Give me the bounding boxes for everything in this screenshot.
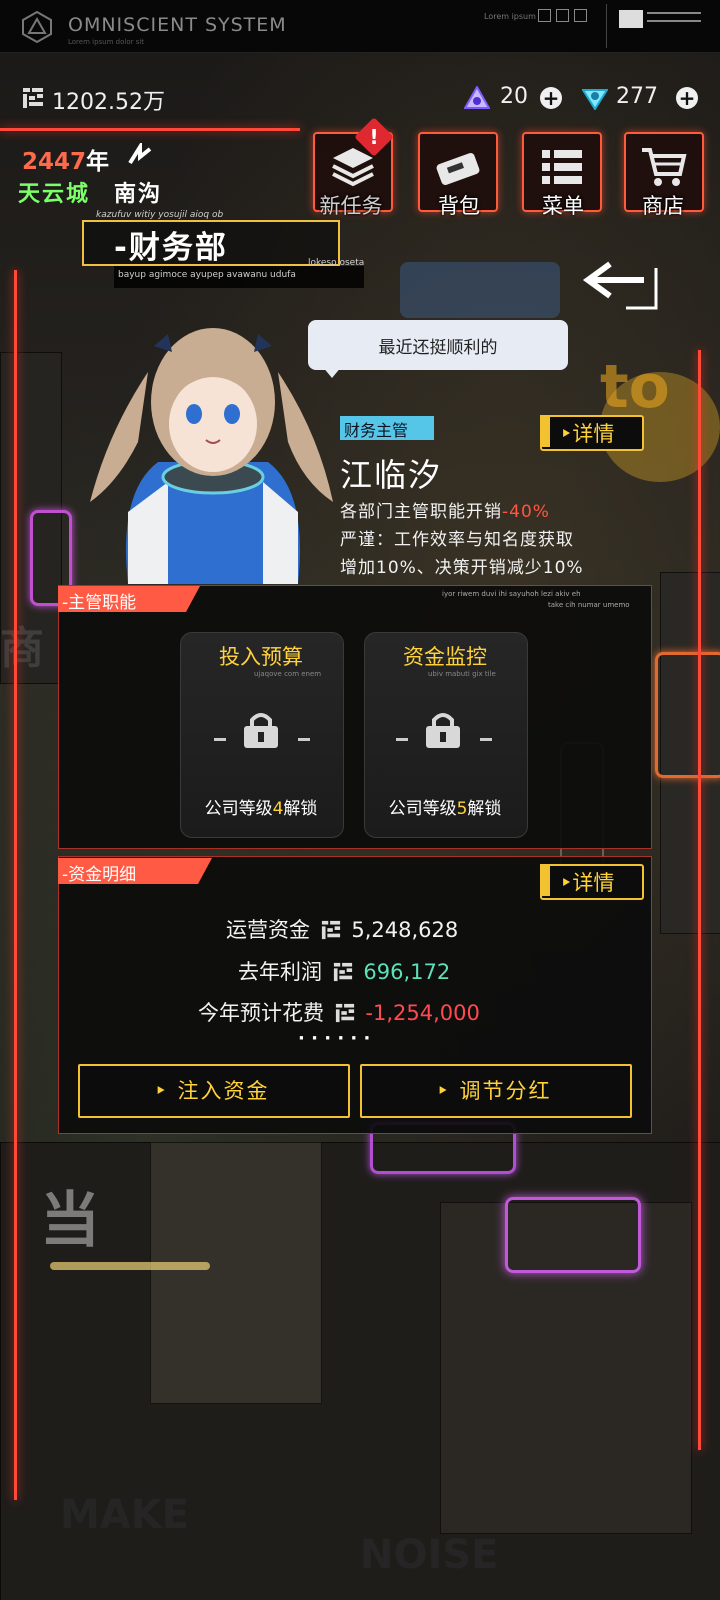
finance-tag-cut: [198, 858, 212, 884]
manager-portrait: [90, 328, 333, 584]
lock-dash-left: [214, 738, 226, 741]
duty-card-budget-caption: ujaqove com enem: [254, 670, 322, 678]
new-task-badge-text: !: [369, 125, 379, 149]
manager-desc-effect: 增加10%、决策开销减少10%: [340, 558, 584, 578]
money-icon: [333, 962, 352, 982]
finance-detail-label: ‣详情: [560, 871, 615, 895]
duty-card-monitor-caption: ubiv mabuti gix tile: [428, 670, 496, 678]
duties-panel: [58, 585, 652, 849]
finance-row-operating: 运营资金 5,248,628: [226, 918, 459, 942]
lock-dash-right: [298, 738, 310, 741]
window-box-icon[interactable]: [538, 9, 551, 22]
department-caption-top: kazufuv witiy yosujil aioq ob: [96, 210, 224, 220]
system-subtitle: Lorem ipsum dolor sit: [68, 38, 145, 46]
lock-icon: [426, 713, 460, 748]
system-status-icon: [606, 4, 717, 48]
add-crystals-button[interactable]: +: [676, 87, 698, 109]
manager-name: 江临汐: [340, 456, 443, 494]
top-neon-line: [0, 128, 300, 131]
cart-icon: [642, 148, 687, 186]
district-name: 南沟: [114, 182, 163, 207]
money-amount: 1202.52万: [52, 90, 165, 115]
duty-card-budget-title: 投入预算: [219, 645, 303, 669]
manager-detail-label: ‣详情: [560, 422, 615, 446]
duties-tag-cut: [186, 586, 200, 612]
department-caption-right: lokeso oseta: [308, 258, 365, 268]
lock-icon: [244, 713, 278, 748]
lock-dash-right: [480, 738, 492, 741]
role-label: 财务主管: [344, 421, 409, 440]
window-close-icon[interactable]: [556, 9, 569, 22]
money-icon: [321, 920, 340, 940]
game-year: 2447年: [22, 149, 110, 175]
finance-row-profit: 去年利润 696,172: [238, 960, 451, 984]
nav-shop-label: 商店: [642, 194, 684, 218]
finance-row-expense: 今年预计花费 -1,254,000: [198, 1001, 480, 1025]
manager-desc-cost: 各部门主管职能开销-40%: [340, 502, 550, 522]
duty-card-monitor-title: 资金监控: [403, 645, 487, 669]
window-grid-icon[interactable]: [574, 9, 587, 22]
bag-icon: [436, 152, 480, 186]
gem-icon: [464, 86, 490, 109]
speech-text: 最近还挺顺利的: [378, 338, 498, 358]
inject-funds-label: ‣ 注入资金: [154, 1079, 270, 1103]
crystal-icon: [582, 89, 608, 110]
duty-card-monitor-unlock: 公司等级5解锁: [388, 799, 502, 819]
manager-desc-trait: 严谨：工作效率与知名度获取: [340, 530, 574, 550]
back-arrow-icon[interactable]: [580, 258, 660, 314]
city-name: 天云城: [18, 182, 91, 207]
crystal-amount: 277: [616, 84, 658, 109]
left-neon-frame: [14, 270, 17, 1500]
department-title: -财务部: [114, 230, 228, 266]
refresh-icon[interactable]: [126, 143, 154, 169]
finance-more-dots[interactable]: · · · · · ·: [298, 1028, 370, 1049]
system-title: OMNISCIENT SYSTEM: [68, 14, 287, 36]
system-logo-icon: [22, 10, 52, 44]
system-bar: OMNISCIENT SYSTEM Lorem ipsum dolor sit …: [0, 0, 720, 53]
system-lorem: Lorem ipsum: [484, 12, 536, 21]
duties-title: -主管职能: [62, 593, 137, 613]
duty-card-budget-unlock: 公司等级4解锁: [204, 799, 318, 819]
adjust-dividend-label: ‣ 调节分红: [436, 1079, 552, 1103]
nav-bag-label: 背包: [438, 194, 480, 218]
menu-list-icon: [542, 150, 582, 184]
add-gems-button[interactable]: +: [540, 87, 562, 109]
lock-dash-left: [396, 738, 408, 741]
nav-new-task-label: 新任务: [319, 194, 383, 218]
right-neon-frame: [698, 350, 701, 1450]
nav-menu-label: 菜单: [542, 194, 584, 218]
duties-caption-1: iyor riwem duvi ihi sayuhoh lezi akiv eh: [442, 590, 581, 598]
money-icon: [23, 88, 43, 108]
department-caption-bottom: bayup agimoce ayupep avawanu udufa: [118, 270, 296, 280]
money-icon: [335, 1003, 354, 1023]
gem-amount: 20: [500, 84, 528, 109]
finance-title: -资金明细: [62, 865, 137, 885]
duties-caption-2: take cih numar umemo: [548, 601, 630, 609]
